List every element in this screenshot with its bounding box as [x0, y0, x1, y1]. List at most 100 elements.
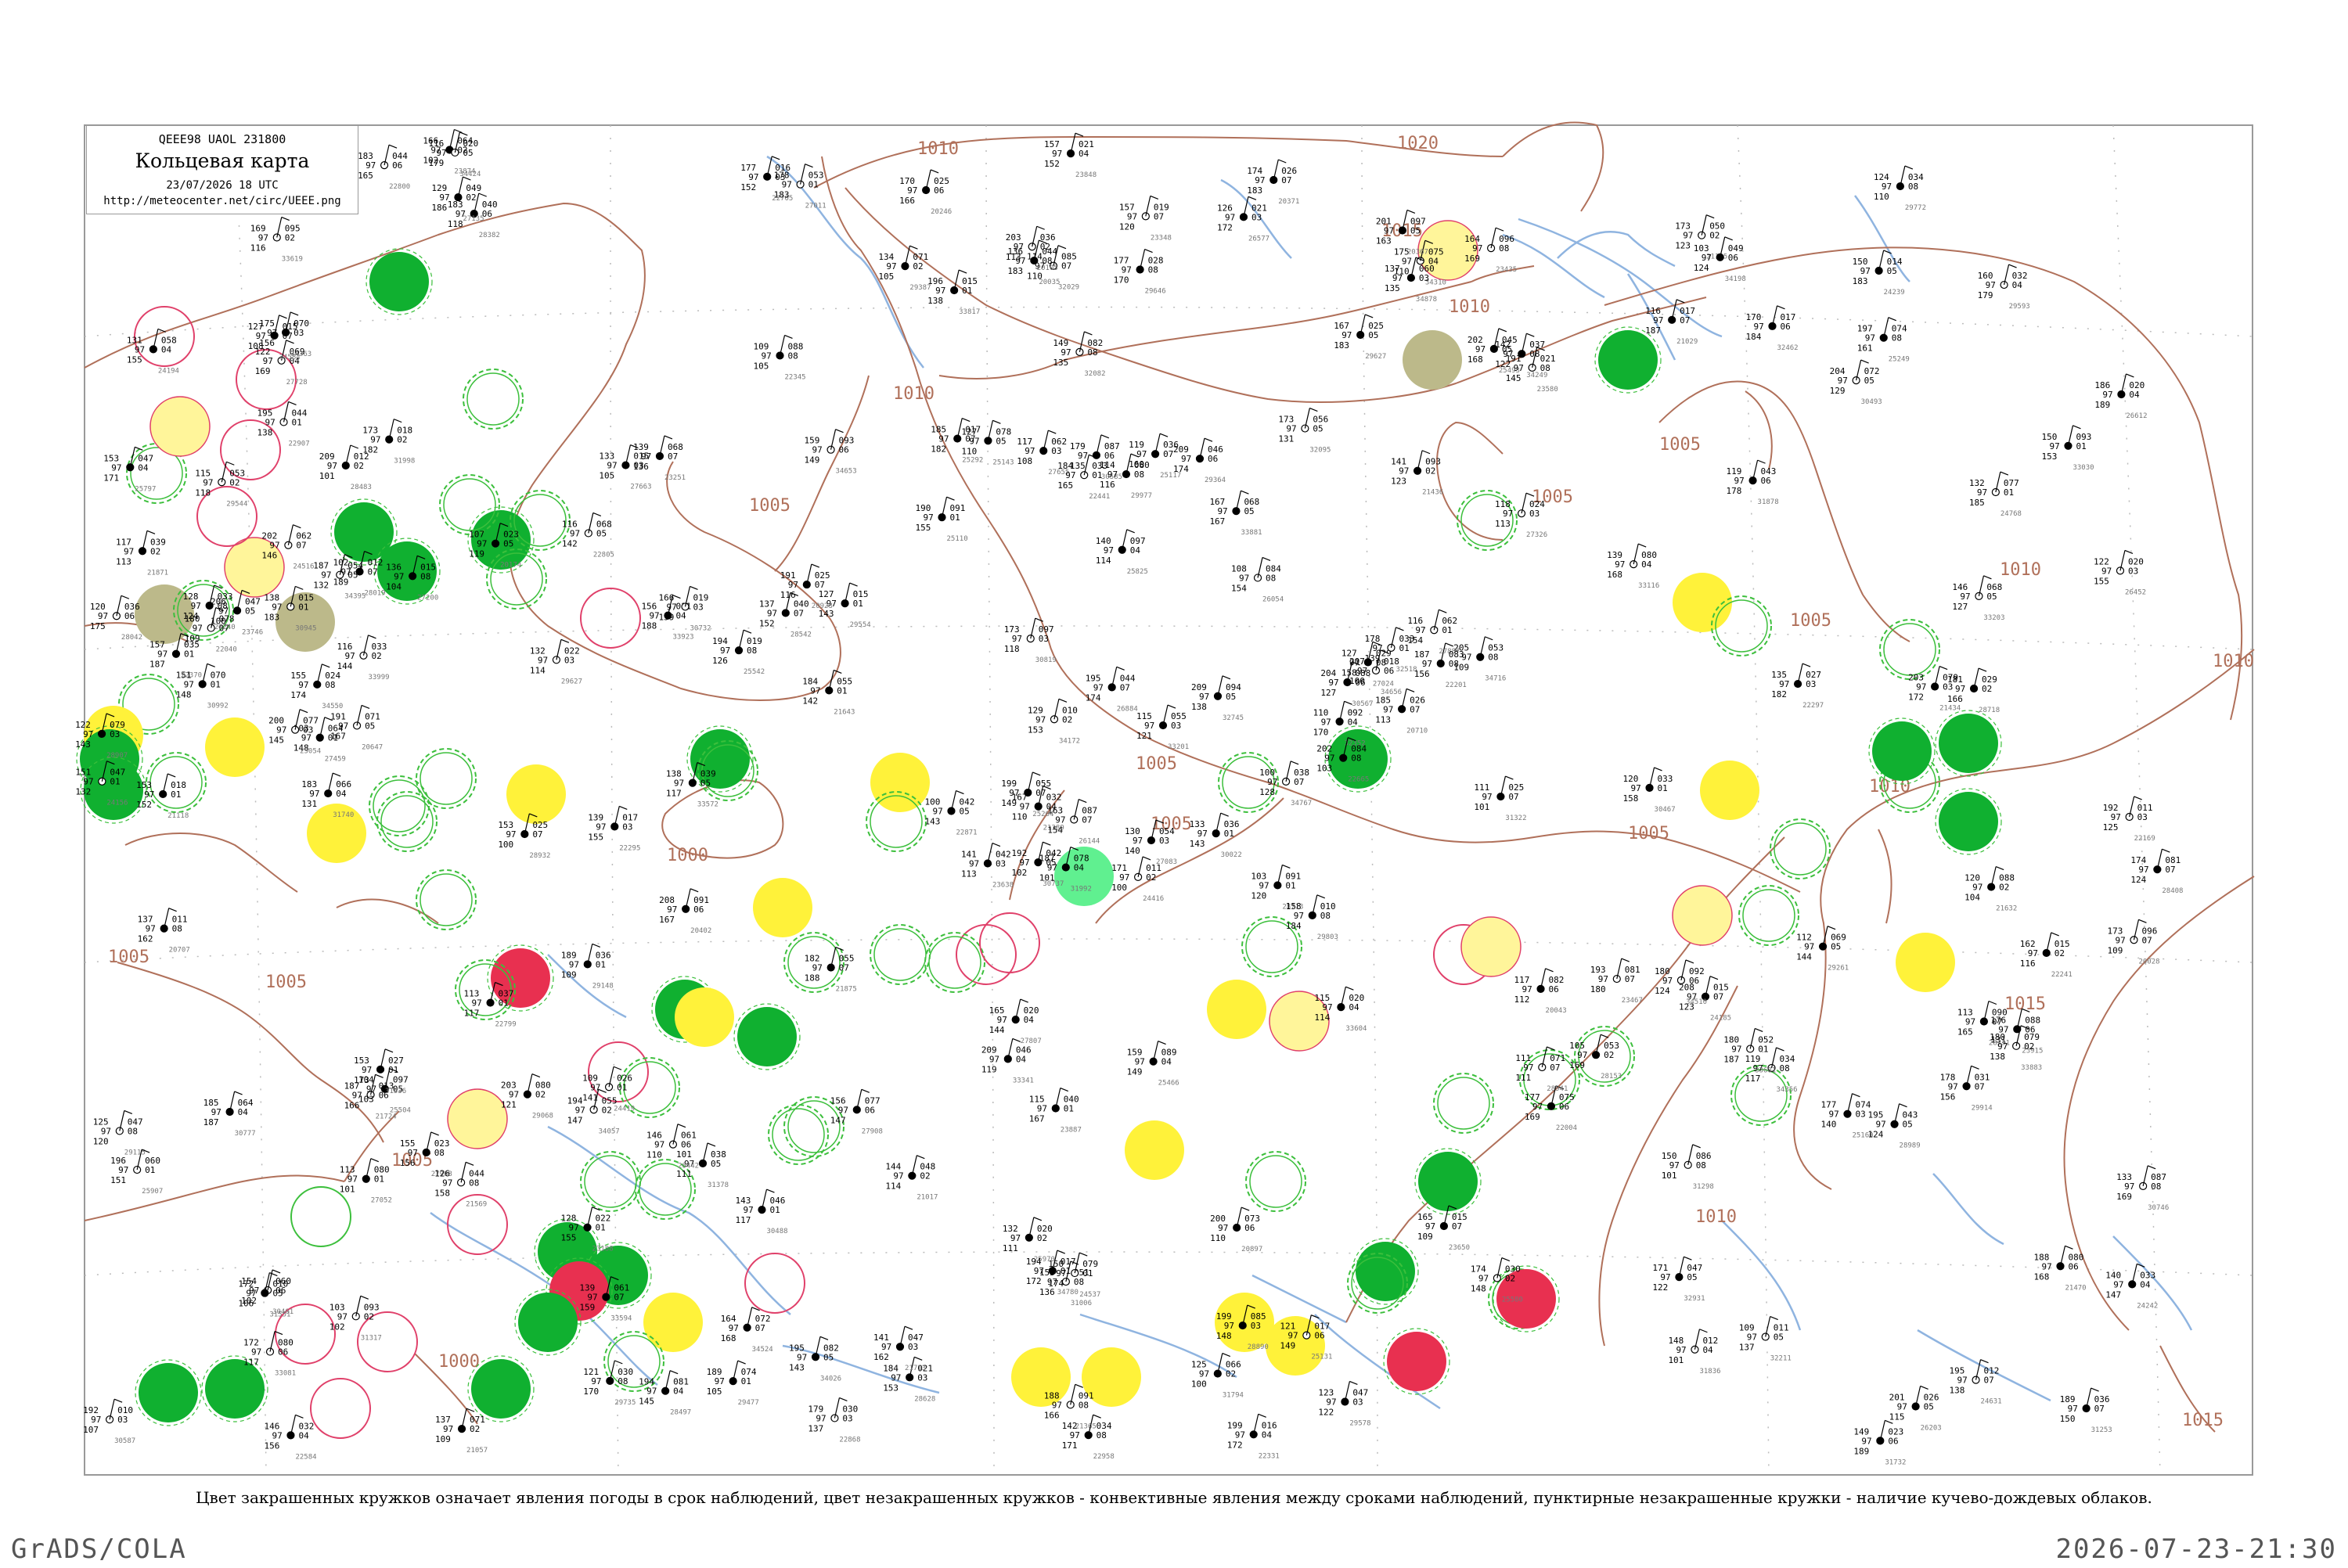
station-name: 31298 — [1693, 1183, 1714, 1191]
station-name: 27024 — [1373, 680, 1394, 688]
station-ring-dashed — [1245, 1151, 1306, 1212]
station-value: 179 — [428, 158, 444, 168]
station-circle-filled — [753, 878, 812, 937]
station-dewpoint: 97 — [1224, 1321, 1234, 1331]
station-circle-filled — [471, 1359, 531, 1419]
station-tendency: 03 — [1051, 446, 1061, 456]
station-name: 27200 — [417, 594, 438, 602]
station-name: 28890 — [1248, 1343, 1269, 1351]
station-tendency: 05 — [1924, 1401, 1934, 1412]
wind-barb-flag — [784, 334, 793, 340]
station-value: 120 — [1251, 890, 1266, 901]
station-name: 31551 — [269, 1311, 290, 1319]
station-name: 29977 — [1131, 492, 1152, 500]
station-tendency: 06 — [1314, 1331, 1324, 1341]
station-value: 155 — [2094, 576, 2109, 586]
wind-barb-flag — [288, 401, 297, 405]
station-dewpoint: 97 — [1598, 974, 1608, 984]
station-ring-inner — [1437, 1077, 1490, 1130]
wind-barb-flag — [207, 663, 215, 667]
station-name: 29772 — [1905, 204, 1926, 212]
station-name: 22584 — [295, 1453, 316, 1461]
station-dewpoint: 97 — [258, 233, 268, 243]
wind-barb-flag — [1204, 437, 1213, 442]
station-dewpoint: 97 — [1779, 679, 1789, 689]
station-name: 22295 — [619, 844, 640, 852]
wind-barb-flag — [350, 444, 359, 449]
station-ring-inner — [1883, 623, 1936, 676]
wind-barb-flag — [1126, 529, 1135, 534]
station-dewpoint: 97 — [83, 729, 93, 739]
station-value: 156 — [400, 1158, 416, 1168]
station-value: 146 — [261, 551, 277, 561]
station-name: 22297 — [1802, 702, 1824, 710]
wind-barb-flag — [2065, 1245, 2073, 1250]
station-ring-dashed — [416, 869, 477, 930]
station-circle-filled — [139, 1363, 198, 1422]
station-value: 169 — [255, 366, 271, 376]
station-value: 113 — [961, 869, 977, 879]
wind-barb-flag — [299, 709, 308, 714]
map-url[interactable]: http://meteocenter.net/circ/UEEE.png — [87, 195, 358, 207]
wind-barb-flag — [167, 773, 176, 778]
map-datetime: 23/07/2026 18 UTC — [166, 179, 279, 192]
station-name: 28941 — [1547, 1085, 1568, 1093]
station-tendency: 05 — [1774, 1332, 1784, 1343]
station-name: 29364 — [1205, 477, 1226, 484]
station-name: 34424 — [459, 171, 481, 178]
station-value: 132 — [75, 787, 91, 797]
station-dewpoint: 97 — [1052, 149, 1062, 159]
station-tendency: 02 — [1709, 231, 1720, 241]
station-value: 124 — [2130, 875, 2146, 885]
isobar-label: 1015 — [2182, 1411, 2224, 1430]
station-name: 27728 — [286, 379, 308, 387]
station-name: 23467 — [1622, 997, 1643, 1005]
station-name: 31740 — [333, 811, 354, 819]
station-tendency: 03 — [1159, 836, 1169, 846]
station-plots: 1719710001102244162099710101202284831679… — [75, 128, 2183, 1466]
station-value: 155 — [127, 354, 142, 365]
station-value: 147 — [2105, 1289, 2121, 1300]
station-dewpoint: 97 — [938, 434, 949, 444]
station-dewpoint: 97 — [1972, 883, 1982, 893]
station-tendency: 02 — [913, 261, 923, 272]
station-value: 109 — [1417, 1232, 1433, 1242]
station-name: 22331 — [1259, 1452, 1280, 1460]
wind-barb-flag — [1676, 299, 1685, 304]
station-name: 25797 — [135, 485, 156, 493]
station-value: 101 — [1474, 802, 1489, 812]
station-value: 140 — [1820, 1120, 1836, 1130]
station-ring-inner — [466, 372, 520, 426]
station-dewpoint: 97 — [265, 417, 275, 427]
station-name: 26054 — [1262, 595, 1284, 603]
station-value: 155 — [561, 1233, 577, 1243]
station-name: 34878 — [1416, 296, 1437, 304]
station-name: 34653 — [836, 468, 857, 476]
station-value: 154 — [1231, 583, 1247, 593]
station-value: 102 — [1011, 868, 1027, 878]
wind-barb-flag — [614, 1360, 623, 1365]
station-value: 158 — [434, 1188, 450, 1198]
station-value: 116 — [1100, 480, 1115, 490]
station-name: 34510 — [1686, 998, 1707, 1006]
station-value: 113 — [116, 556, 131, 566]
station-name: 21643 — [834, 708, 855, 716]
station-dewpoint: 97 — [1136, 449, 1147, 459]
bulletin-header: QEEE98 UAOL 231800 — [158, 132, 286, 146]
station-name: 23435 — [1496, 266, 1517, 274]
station-dewpoint: 97 — [1861, 1436, 1871, 1446]
station-value: 182 — [1771, 689, 1787, 699]
station-name: 33923 — [672, 634, 693, 642]
station-name: 20035 — [1039, 279, 1060, 286]
station-tendency: 04 — [1024, 1015, 1035, 1025]
station-tendency: 01 — [808, 180, 819, 190]
station-name: 21470 — [2065, 1284, 2087, 1292]
station-name: 29627 — [561, 678, 582, 685]
station-tendency: 08 — [172, 924, 182, 934]
station-value: 174 — [1086, 692, 1101, 703]
station-value: 159 — [579, 1303, 595, 1313]
station-dewpoint: 97 — [1326, 1397, 1336, 1407]
station-dewpoint: 97 — [1015, 256, 1025, 266]
station-ring-dashed — [870, 924, 931, 985]
station-name: 22201 — [1446, 682, 1467, 689]
